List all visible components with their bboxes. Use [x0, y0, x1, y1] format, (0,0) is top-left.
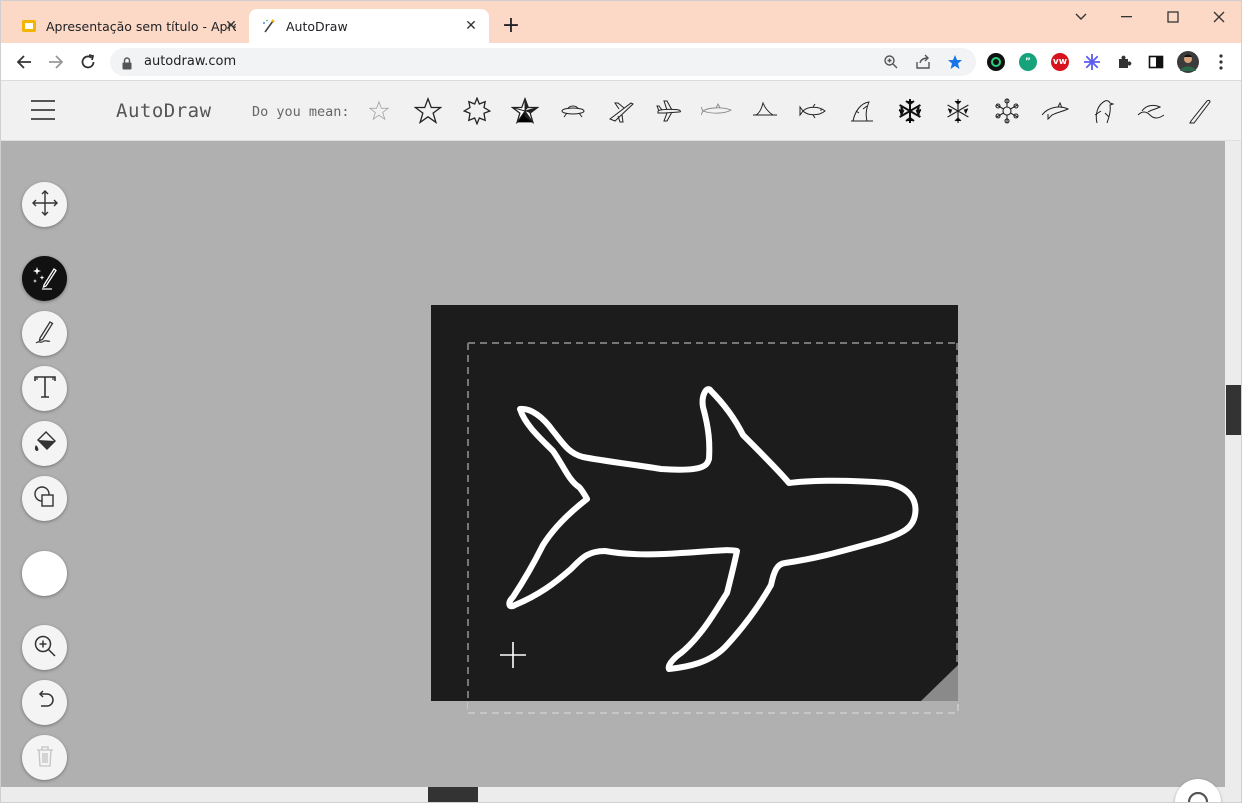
draw-tool-button[interactable] — [22, 311, 67, 356]
puzzle-icon[interactable] — [1115, 53, 1133, 71]
close-icon[interactable]: ✕ — [463, 18, 479, 34]
horizontal-scrollbar[interactable] — [1, 787, 1225, 802]
app-title: AutoDraw — [116, 100, 212, 122]
bookmark-star-icon[interactable] — [946, 53, 964, 71]
pencil-icon — [32, 319, 58, 349]
select-tool-button[interactable] — [22, 182, 67, 227]
minimize-icon[interactable] — [1107, 5, 1147, 29]
undo-button[interactable] — [22, 680, 67, 725]
lock-icon[interactable] — [122, 55, 132, 74]
trash-icon — [32, 743, 58, 773]
text-tool-button[interactable] — [22, 366, 67, 411]
zoom-in-icon — [32, 633, 58, 663]
suggestion-star-thin[interactable] — [363, 95, 395, 127]
shapes-icon — [32, 484, 58, 514]
menu-kebab-icon[interactable] — [1209, 50, 1233, 74]
fill-bucket-icon — [32, 429, 58, 459]
move-icon — [31, 189, 59, 221]
url-text: autodraw.com — [144, 54, 237, 69]
suggestion-shark-jumping[interactable] — [845, 95, 877, 127]
suggestion-wave-dolphins[interactable] — [1135, 95, 1167, 127]
suggestion-snowflake-dense[interactable] — [894, 95, 926, 127]
vertical-scroll-thumb[interactable] — [1226, 385, 1241, 435]
close-window-icon[interactable] — [1199, 5, 1239, 29]
back-icon[interactable] — [12, 50, 36, 74]
share-icon[interactable] — [914, 53, 932, 71]
horizontal-scroll-thumb[interactable] — [428, 787, 478, 802]
selection-border-bottom — [467, 701, 959, 714]
suggestion-airplane-takeoff[interactable] — [605, 95, 637, 127]
forward-icon[interactable] — [44, 50, 68, 74]
suggestion-airplane[interactable] — [653, 95, 685, 127]
crosshair-cursor-icon — [500, 642, 526, 668]
grammarly-icon[interactable] — [987, 53, 1005, 71]
suggestion-prompt: Do you mean: — [252, 104, 350, 120]
app-header: AutoDraw Do you mean: — [1, 81, 1241, 141]
sidepanel-icon[interactable] — [1147, 53, 1165, 71]
suggestion-snowflake[interactable] — [942, 95, 974, 127]
zoom-icon[interactable] — [882, 53, 900, 71]
tab-search-icon[interactable] — [1061, 5, 1101, 29]
close-icon[interactable]: ✕ — [223, 18, 239, 34]
tab-title: AutoDraw — [286, 18, 348, 34]
suggestion-fish[interactable] — [797, 95, 829, 127]
hamburger-menu-icon[interactable] — [31, 100, 55, 120]
reload-icon[interactable] — [76, 50, 100, 74]
slides-icon — [21, 18, 37, 34]
address-bar[interactable]: autodraw.com — [110, 48, 976, 76]
delete-button[interactable] — [22, 735, 67, 780]
vw-extension-icon[interactable]: vw — [1051, 53, 1069, 71]
zoom-tool-button[interactable] — [22, 625, 67, 670]
autodraw-icon — [261, 18, 277, 34]
suggestion-dolphin[interactable] — [1039, 95, 1071, 127]
suggestion-star[interactable] — [412, 95, 444, 127]
sparkle-extension-icon[interactable] — [1083, 53, 1101, 71]
browser-toolbar: autodraw.com ” vw — [1, 43, 1241, 81]
openai-logo-icon[interactable] — [1175, 779, 1221, 802]
autodraw-tool-button[interactable] — [22, 256, 67, 301]
maximize-icon[interactable] — [1153, 5, 1193, 29]
color-picker-button[interactable] — [22, 551, 67, 596]
profile-avatar[interactable] — [1177, 51, 1199, 73]
tab-strip: Apresentação sem título - Apresentaç ✕ A… — [1, 1, 1241, 43]
new-tab-button[interactable]: + — [499, 15, 523, 39]
undo-icon — [32, 688, 58, 718]
tab-title: Apresentação sem título - Apresentaç — [46, 18, 236, 34]
vertical-scrollbar[interactable] — [1225, 141, 1241, 802]
suggestion-bird[interactable] — [1087, 95, 1119, 127]
suggestion-shark-fin[interactable] — [749, 95, 781, 127]
suggestion-shark-swimming[interactable] — [701, 95, 733, 127]
suggestion-starburst[interactable] — [461, 95, 493, 127]
browser-window: Apresentação sem título - Apresentaç ✕ A… — [0, 0, 1242, 803]
tab-slides[interactable]: Apresentação sem título - Apresentaç ✕ — [9, 9, 249, 43]
quote-extension-icon[interactable]: ” — [1019, 53, 1037, 71]
fill-tool-button[interactable] — [22, 421, 67, 466]
suggestion-spaceship[interactable] — [557, 95, 589, 127]
resize-corner-handle[interactable] — [921, 665, 958, 701]
suggestion-bat[interactable] — [1183, 95, 1215, 127]
tab-autodraw[interactable]: AutoDraw ✕ — [249, 9, 489, 43]
autodraw-pen-icon — [30, 262, 60, 296]
suggestion-nautical-star[interactable] — [509, 95, 541, 127]
shape-tool-button[interactable] — [22, 476, 67, 521]
text-icon — [32, 374, 58, 404]
airplane-sketch — [506, 386, 919, 672]
suggestion-snowflake-round[interactable] — [991, 95, 1023, 127]
